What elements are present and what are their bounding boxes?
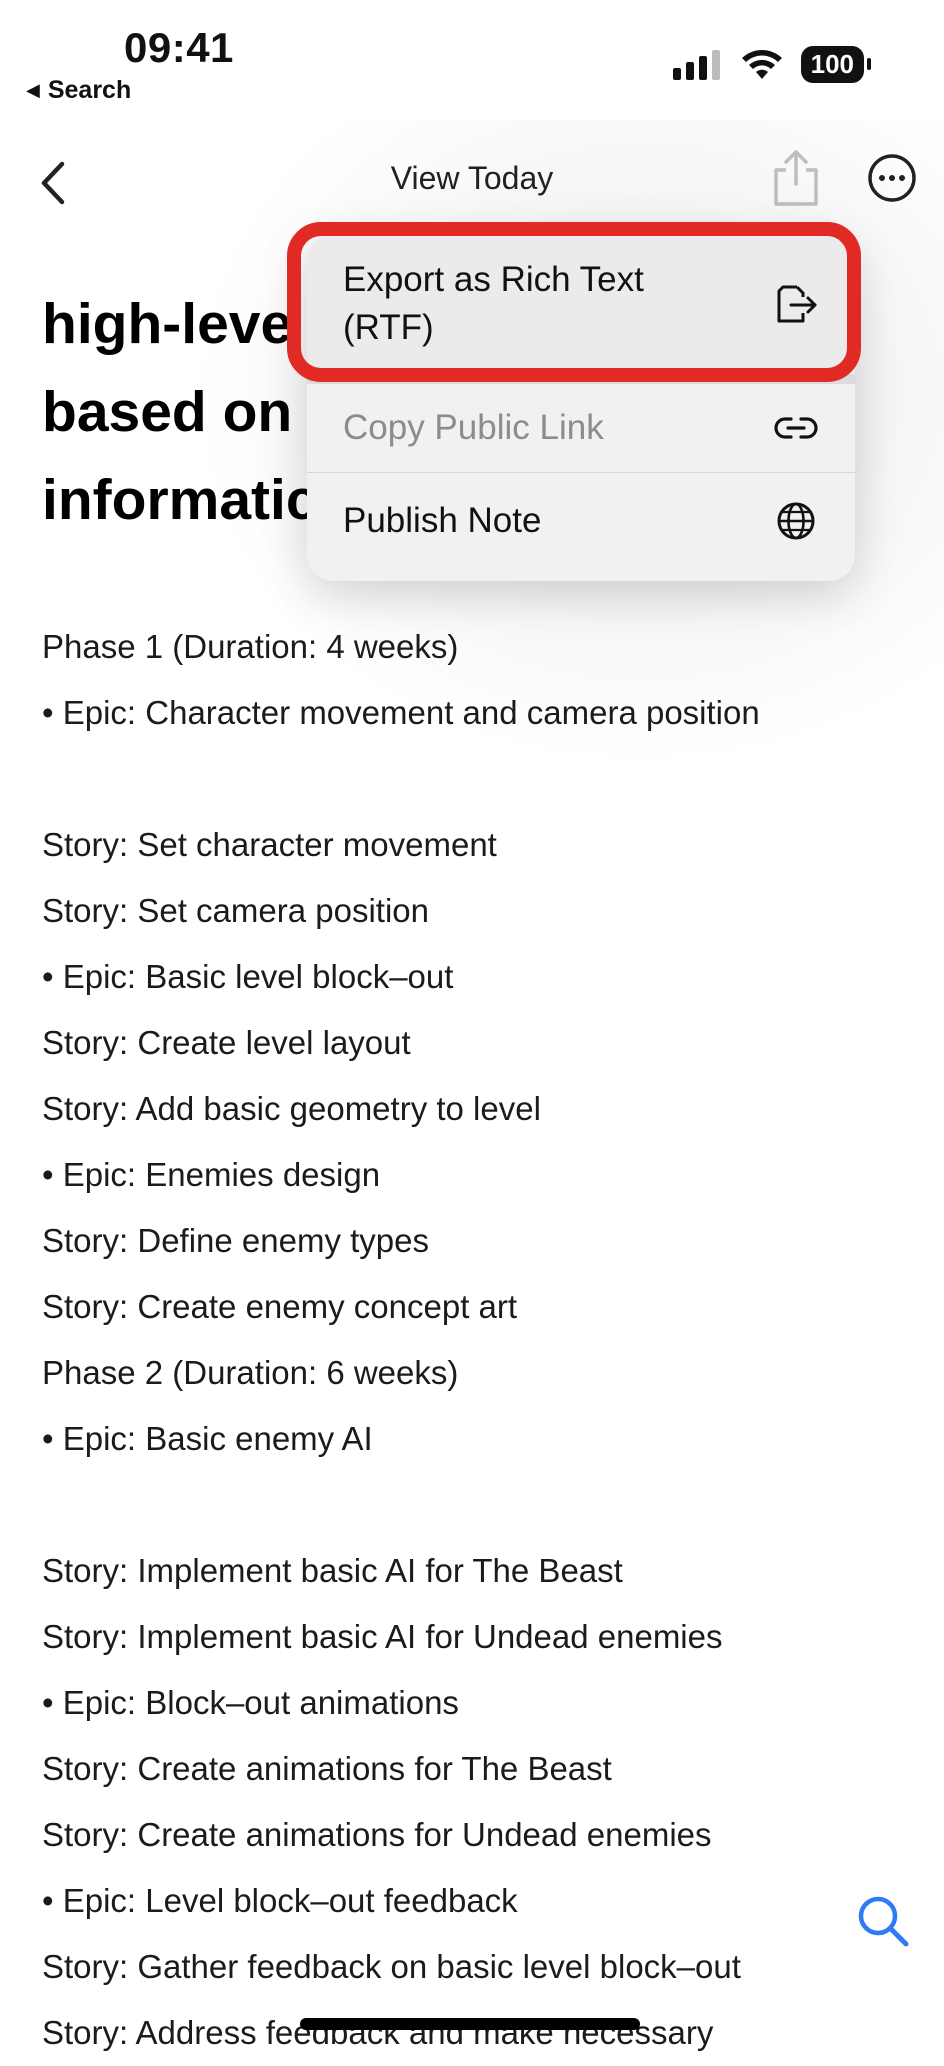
note-line: Story: Set character movement — [42, 826, 497, 863]
note-line: Story: Implement basic AI for Undead ene… — [42, 1618, 723, 1655]
note-line: Phase 1 (Duration: 4 weeks) — [42, 628, 459, 665]
note-line: Story: Set camera position — [42, 892, 430, 929]
globe-icon — [777, 502, 815, 539]
note-line: Story: Create animations for The Beast — [42, 1750, 612, 1787]
battery-indicator: 100 — [800, 46, 872, 83]
note-line-blank — [42, 746, 922, 812]
cellular-signal-icon — [672, 49, 720, 80]
wifi-icon — [741, 49, 782, 79]
status-indicators: 100 — [672, 46, 872, 83]
note-line: Story: Gather feedback on basic level bl… — [42, 1948, 741, 1985]
publish-note-menu-item[interactable]: Publish Note — [307, 472, 855, 568]
note-line: Story: Implement basic AI for The Beast — [42, 1552, 623, 1589]
note-body[interactable]: Phase 1 (Duration: 4 weeks) • Epic: Char… — [42, 614, 922, 2066]
back-to-app-link[interactable]: ◀ Search — [26, 76, 131, 105]
note-line: Story: Define enemy types — [42, 1222, 430, 1259]
export-rtf-label-line1: Export as Rich Text — [343, 260, 644, 299]
ellipsis-circle-icon[interactable] — [866, 152, 918, 204]
note-line: • Epic: Level block–out feedback — [42, 1882, 518, 1919]
copy-public-link-label: Copy Public Link — [343, 408, 604, 447]
share-icon[interactable] — [768, 148, 824, 208]
export-rtf-label: Export as Rich Text (RTF) — [343, 256, 644, 352]
copy-public-link-menu-item[interactable]: Copy Public Link — [307, 374, 855, 472]
export-rtf-menu-item[interactable]: Export as Rich Text (RTF) — [307, 234, 855, 374]
link-icon — [774, 417, 818, 439]
more-options-menu: Export as Rich Text (RTF) Copy Public Li… — [307, 234, 855, 581]
note-line: • Epic: Enemies design — [42, 1156, 381, 1193]
search-icon[interactable] — [854, 1892, 912, 1950]
note-line-blank — [42, 1472, 922, 1538]
publish-note-label: Publish Note — [343, 500, 542, 540]
export-rtf-label-line2: (RTF) — [343, 308, 434, 347]
note-line: Story: Create enemy concept art — [42, 1288, 518, 1325]
back-app-label: Search — [47, 76, 132, 104]
back-triangle-icon: ◀ — [26, 80, 40, 100]
note-line: • Epic: Basic enemy AI — [42, 1420, 373, 1457]
export-document-icon — [777, 285, 817, 323]
home-indicator — [300, 2018, 640, 2030]
note-line: • Epic: Block–out animations — [42, 1684, 459, 1721]
note-line: • Epic: Character movement and camera po… — [42, 694, 760, 731]
note-line: Story: Address feedback and make necessa… — [42, 2014, 714, 2051]
note-line: Phase 2 (Duration: 6 weeks) — [42, 1354, 459, 1391]
status-time: 09:41 — [124, 24, 234, 71]
note-line: Story: Add basic geometry to level — [42, 1090, 541, 1127]
note-line: Story: Create level layout — [42, 1024, 411, 1061]
note-line: Story: Create animations for Undead enem… — [42, 1816, 712, 1853]
note-line: • Epic: Basic level block–out — [42, 958, 454, 995]
